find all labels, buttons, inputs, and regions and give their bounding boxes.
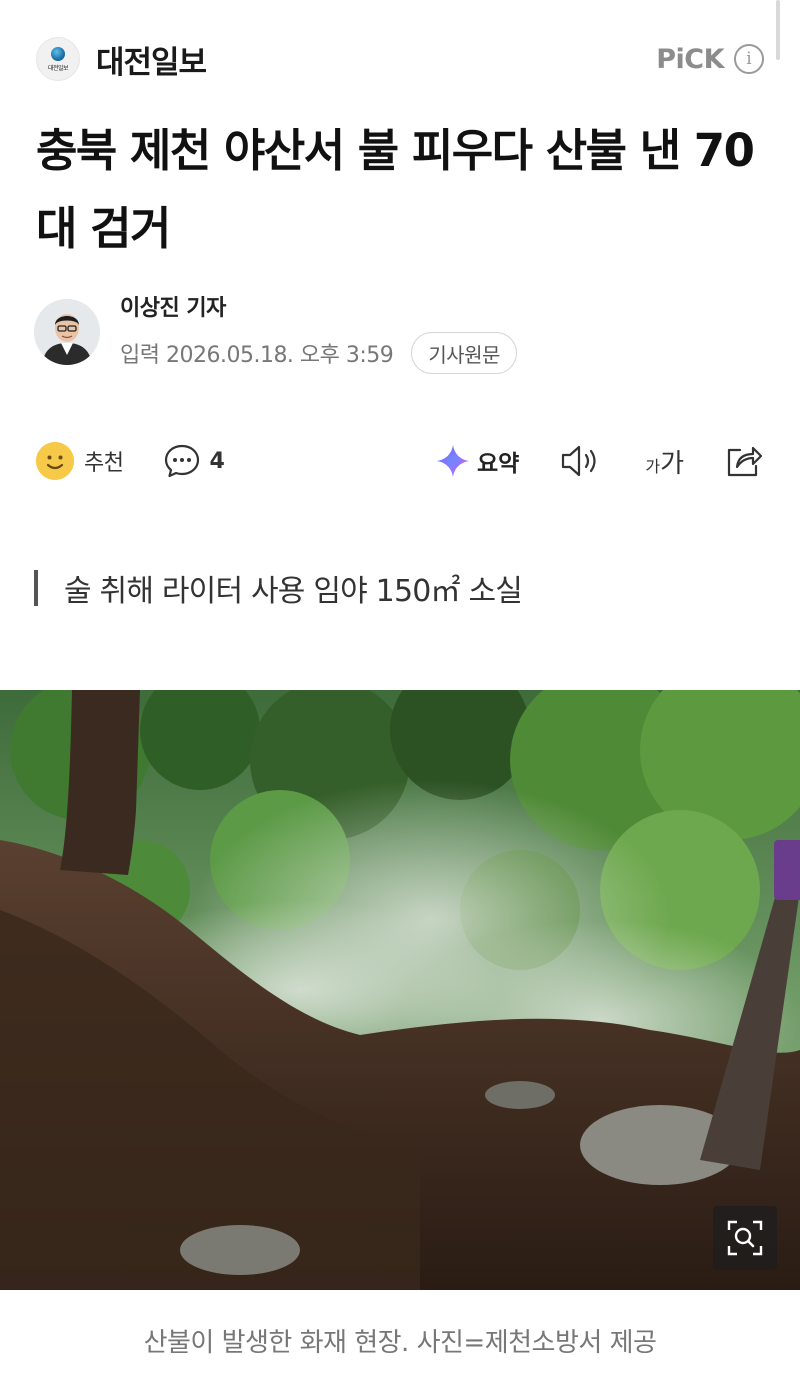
byline: 이상진 기자 입력 2026.05.18. 오후 3:59 기사원문 — [34, 290, 517, 374]
tts-button[interactable] — [559, 443, 601, 479]
press-name[interactable]: 대전일보 — [96, 37, 207, 82]
reporter-name[interactable]: 이상진 기자 — [120, 290, 517, 322]
font-size-button[interactable]: 가 가 — [645, 443, 684, 480]
globe-icon — [51, 46, 65, 61]
action-bar: 추천 4 요약 가 가 — [36, 436, 764, 486]
fire-scene-image — [0, 690, 800, 1290]
publish-date: 입력 2026.05.18. 오후 3:59 — [120, 343, 394, 368]
reporter-photo — [34, 299, 100, 365]
zoom-icon — [727, 1220, 763, 1256]
article-photo[interactable] — [0, 690, 800, 1290]
font-size-small-label: 가 — [645, 456, 661, 476]
original-article-button[interactable]: 기사원문 — [411, 332, 517, 374]
speaker-icon — [562, 445, 596, 477]
sparkle-icon — [437, 445, 470, 477]
press-header: 대전일보 대전일보 PiCK i — [36, 36, 764, 82]
article-subtitle: 술 취해 라이터 사용 임야 150㎡ 소실 — [34, 566, 523, 610]
zoom-button[interactable] — [713, 1206, 777, 1270]
recommend-label: 추천 — [84, 451, 124, 476]
summary-label: 요약 — [477, 451, 520, 477]
scrollbar[interactable] — [776, 0, 780, 60]
pick-badge[interactable]: PiCK i — [656, 44, 764, 75]
info-icon[interactable]: i — [734, 44, 764, 74]
font-size-big-label: 가 — [660, 448, 684, 479]
subtitle-bar — [34, 570, 38, 606]
share-icon — [727, 446, 763, 477]
press-logo-text: 대전일보 — [47, 64, 69, 72]
comment-count: 4 — [209, 448, 225, 474]
press-logo[interactable]: 대전일보 — [36, 37, 80, 81]
pick-label: PiCK — [656, 43, 724, 75]
article-title: 충북 제천 야산서 불 피우다 산불 낸 70대 검거 — [36, 124, 755, 255]
avatar[interactable] — [34, 299, 100, 365]
summary-button[interactable]: 요약 — [435, 443, 519, 479]
subtitle-text: 술 취해 라이터 사용 임야 150㎡ 소실 — [64, 574, 523, 609]
smile-icon — [36, 442, 74, 480]
photo-caption: 산불이 발생한 화재 현장. 사진=제천소방서 제공 — [143, 1328, 657, 1358]
recommend-button[interactable]: 추천 — [36, 442, 124, 480]
share-button[interactable] — [724, 442, 764, 480]
comment-button[interactable]: 4 — [163, 442, 225, 480]
speech-bubble-icon — [165, 444, 200, 478]
